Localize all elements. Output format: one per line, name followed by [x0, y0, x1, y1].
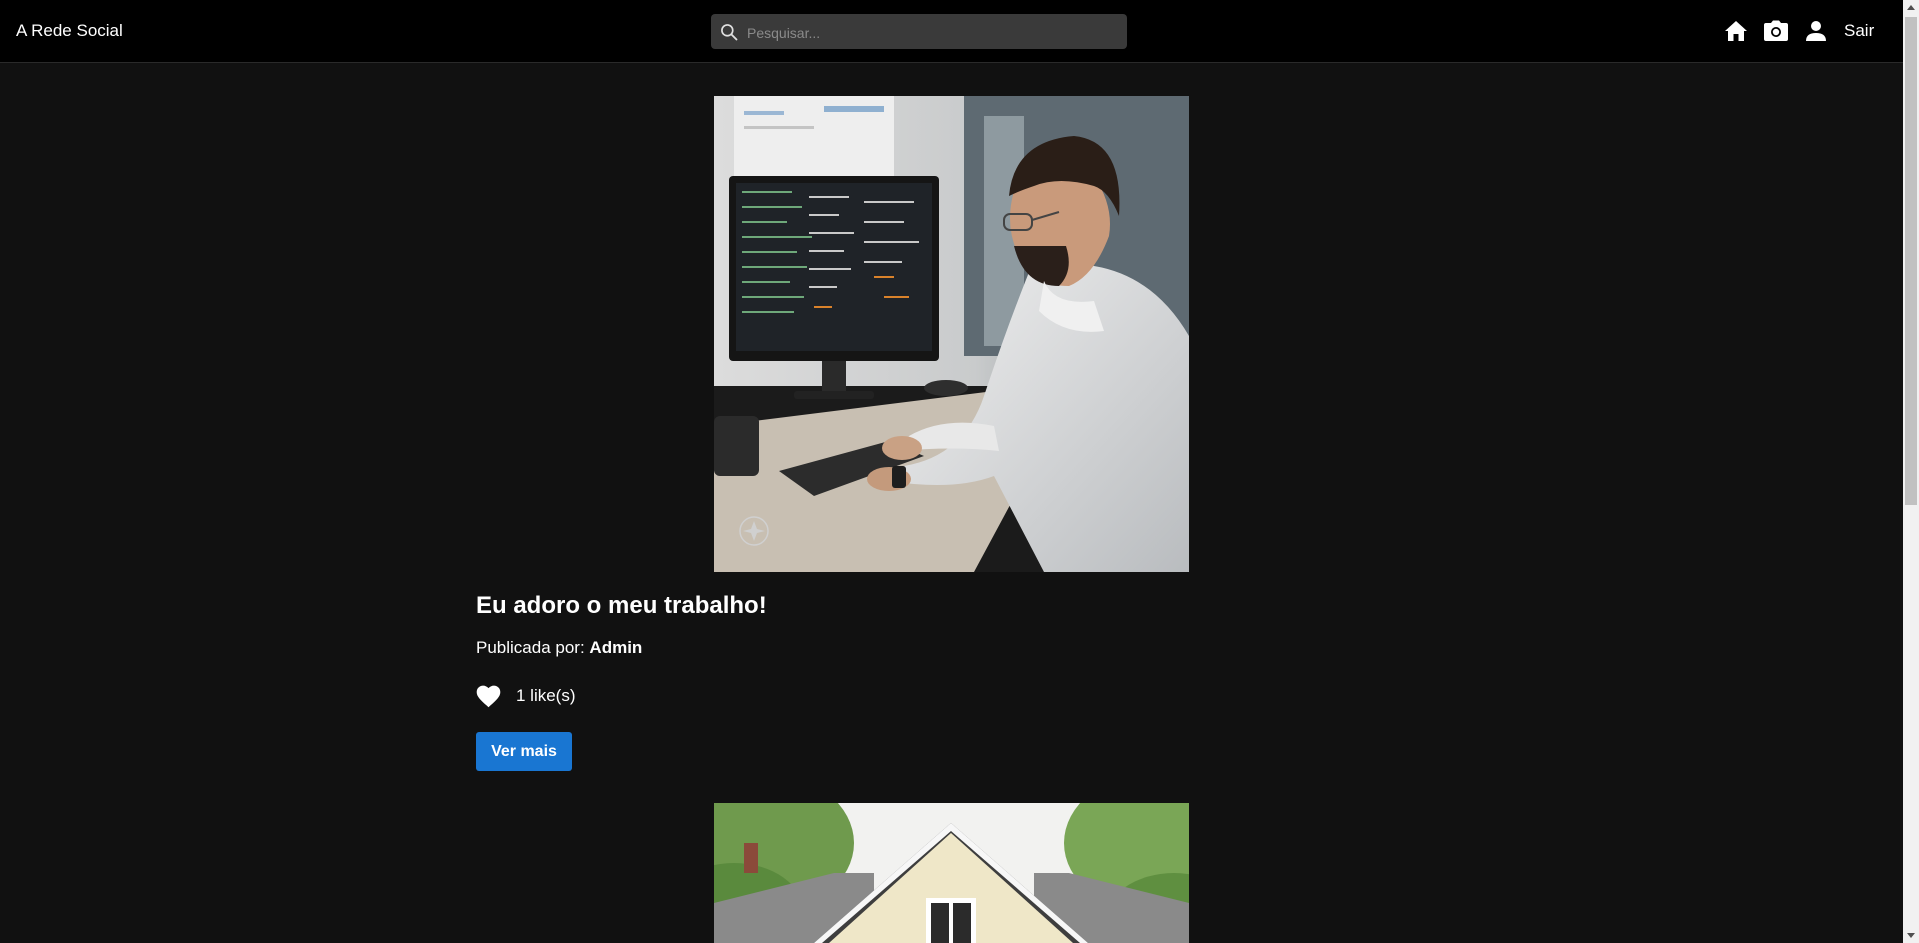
vertical-scrollbar[interactable] — [1903, 0, 1919, 943]
brand-link[interactable]: A Rede Social — [16, 21, 123, 41]
home-button[interactable] — [1722, 18, 1750, 44]
likes-row: 1 like(s) — [475, 683, 576, 709]
see-more-button[interactable]: Ver mais — [476, 732, 572, 771]
likes-count: 1 like(s) — [516, 686, 576, 705]
scroll-down-arrow-icon[interactable] — [1907, 933, 1915, 938]
search-input[interactable] — [745, 14, 1119, 51]
home-icon — [1725, 21, 1747, 41]
author-name: Admin — [589, 638, 643, 657]
person-icon — [1806, 21, 1826, 41]
heart-icon[interactable] — [475, 683, 502, 709]
post-photo — [714, 96, 1189, 572]
camera-button[interactable] — [1762, 18, 1790, 44]
search-icon — [721, 24, 738, 41]
top-navbar: A Rede Social Sair — [0, 0, 1903, 63]
profile-button[interactable] — [1802, 18, 1830, 44]
post-photo — [714, 803, 1189, 943]
nav-actions: Sair — [1722, 18, 1874, 44]
logout-link[interactable]: Sair — [1844, 21, 1874, 41]
scroll-up-arrow-icon[interactable] — [1907, 5, 1915, 10]
author-prefix: Publicada por: — [476, 638, 585, 657]
post-title: Eu adoro o meu trabalho! — [476, 592, 767, 619]
post-author-line: Publicada por: Admin — [476, 638, 642, 658]
camera-icon — [1764, 20, 1788, 41]
search-box — [711, 14, 1127, 51]
post-image[interactable] — [714, 803, 1189, 943]
post-image[interactable] — [714, 96, 1189, 572]
scrollbar-thumb[interactable] — [1905, 17, 1917, 505]
